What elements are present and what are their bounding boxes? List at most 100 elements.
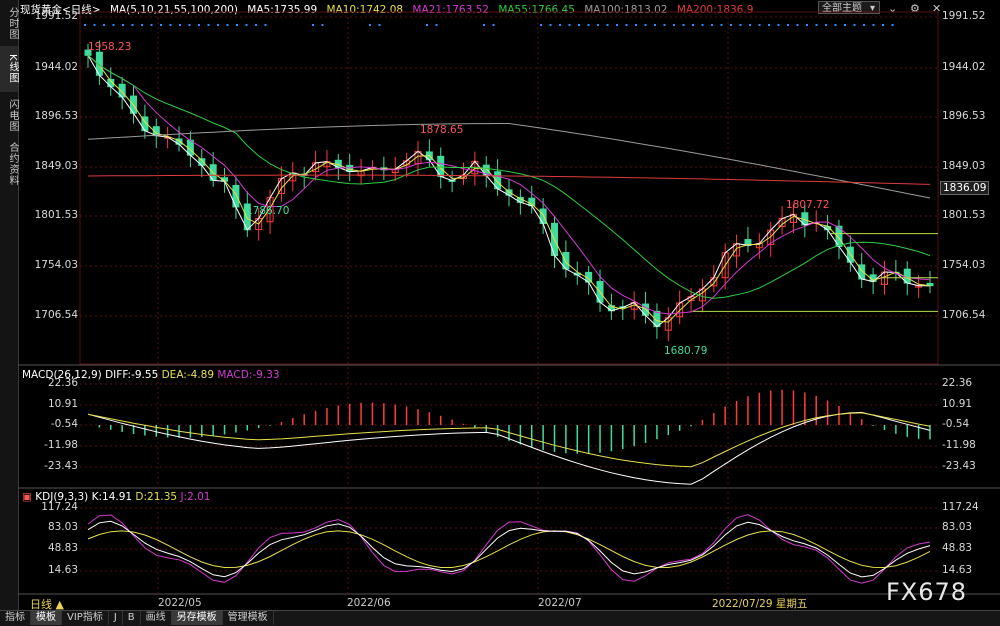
kdj-marker-icon: ▣ bbox=[22, 491, 32, 503]
kdj-axis-label-left: 83.03 bbox=[47, 521, 78, 533]
annotation-mid-high: 1878.65 bbox=[420, 124, 464, 136]
price-axis-label-left: 1706.54 bbox=[34, 309, 78, 321]
event-marker-dot bbox=[730, 24, 732, 26]
event-marker-dot bbox=[853, 24, 856, 26]
tab-save-template[interactable]: 另存模板 bbox=[171, 611, 223, 625]
event-marker-dot bbox=[312, 24, 314, 26]
macd-axis-label-left: -23.43 bbox=[44, 460, 78, 472]
event-marker-dot bbox=[787, 24, 789, 26]
event-marker-dot bbox=[644, 24, 647, 26]
event-markers bbox=[84, 24, 894, 26]
event-marker-dot bbox=[112, 24, 115, 26]
event-marker-dot bbox=[825, 24, 827, 26]
current-price-tag: 1836.09 bbox=[940, 181, 990, 195]
tab-b[interactable]: B bbox=[123, 611, 141, 625]
event-marker-dot bbox=[426, 24, 428, 26]
event-marker-dot bbox=[321, 24, 324, 26]
x-label-jul: 2022/07 bbox=[538, 597, 582, 609]
kdj-axis-label-right: 14.63 bbox=[942, 564, 973, 576]
event-marker-dot bbox=[720, 24, 723, 26]
event-marker-dot bbox=[834, 24, 837, 26]
price-axis-label-right: 1896.53 bbox=[942, 110, 986, 122]
tab-templates[interactable]: 模板 bbox=[31, 611, 62, 625]
tab-timeshare[interactable]: 分时图 bbox=[0, 0, 18, 46]
price-axis-label-right: 1849.03 bbox=[942, 160, 986, 172]
kdj-axis-label-left: 48.83 bbox=[47, 542, 78, 554]
tab-lightning[interactable]: 闪电图 bbox=[0, 92, 18, 138]
kdj-header: ▣ KDJ(9,3,3) K:14.91 D:21.35 J:2.01 bbox=[22, 491, 210, 503]
support-lines bbox=[693, 233, 938, 312]
event-marker-dot bbox=[217, 24, 219, 26]
candle-body bbox=[539, 208, 547, 225]
price-axis-label-left: 1801.53 bbox=[34, 209, 78, 221]
event-marker-dot bbox=[435, 24, 438, 26]
tab-vip-indicators[interactable]: VIP指标 bbox=[62, 611, 109, 625]
event-marker-dot bbox=[122, 24, 124, 26]
event-marker-dot bbox=[264, 24, 267, 26]
tab-j[interactable]: J bbox=[109, 611, 123, 625]
kdj-j: J:2.01 bbox=[180, 491, 211, 503]
kdj-axis-label-right: 117.24 bbox=[942, 501, 979, 513]
event-marker-dot bbox=[483, 24, 485, 26]
tab-contract-info[interactable]: 合约资料 bbox=[0, 138, 18, 190]
kdj-axis-label-right: 48.83 bbox=[942, 542, 973, 554]
event-marker-dot bbox=[739, 24, 742, 26]
event-marker-dot bbox=[378, 24, 381, 26]
event-marker-dot bbox=[236, 24, 238, 26]
kdj-j-line bbox=[87, 514, 931, 584]
event-marker-dot bbox=[663, 24, 666, 26]
event-marker-dot bbox=[559, 24, 561, 26]
event-marker-dot bbox=[198, 24, 200, 26]
event-marker-dot bbox=[169, 24, 172, 26]
price-axis-label-left: 1896.53 bbox=[34, 110, 78, 122]
event-marker-dot bbox=[758, 24, 761, 26]
price-axis-label-right: 1754.03 bbox=[942, 259, 986, 271]
price-axis-label-right: 1801.53 bbox=[942, 209, 986, 221]
event-marker-dot bbox=[568, 24, 571, 26]
kdj-title: KDJ(9,3,3) bbox=[35, 491, 89, 503]
event-marker-dot bbox=[540, 24, 542, 26]
event-marker-dot bbox=[863, 24, 865, 26]
macd-axis-label-right: -23.43 bbox=[942, 460, 976, 472]
event-marker-dot bbox=[768, 24, 770, 26]
tab-manage-templates[interactable]: 管理模板 bbox=[223, 611, 274, 625]
macd-diff: DIFF:-9.55 bbox=[105, 369, 159, 381]
macd-title: MACD(26,12,9) bbox=[22, 369, 102, 381]
macd-diff-line bbox=[87, 411, 931, 485]
event-marker-dot bbox=[255, 24, 257, 26]
price-axis-label-right: 1706.54 bbox=[942, 309, 986, 321]
left-navigation: 分时图 K线图 闪电图 合约资料 bbox=[0, 0, 19, 625]
candle-body bbox=[232, 184, 240, 208]
tab-drawing[interactable]: 画线 bbox=[141, 611, 172, 625]
event-marker-dot bbox=[226, 24, 229, 26]
candles bbox=[84, 40, 934, 342]
event-marker-dot bbox=[587, 24, 590, 26]
annotation-late-high: 1807.72 bbox=[786, 199, 830, 211]
kdj-d: D:21.35 bbox=[135, 491, 178, 503]
price-axis-label-left: 1944.02 bbox=[34, 61, 78, 73]
annotation-mid-low: 1786.70 bbox=[246, 205, 290, 217]
event-marker-dot bbox=[844, 24, 846, 26]
event-marker-dot bbox=[692, 24, 694, 26]
tab-indicators[interactable]: 指标 bbox=[0, 611, 31, 625]
event-marker-dot bbox=[625, 24, 628, 26]
x-label-jun: 2022/06 bbox=[347, 597, 391, 609]
event-marker-dot bbox=[796, 24, 799, 26]
event-marker-dot bbox=[806, 24, 808, 26]
macd-axis-label-right: 22.36 bbox=[942, 377, 973, 389]
event-marker-dot bbox=[245, 24, 248, 26]
chart-canvas[interactable] bbox=[18, 0, 1000, 610]
macd-value: MACD:-9.33 bbox=[217, 369, 280, 381]
macd-header: MACD(26,12,9) DIFF:-9.55 DEA:-4.89 MACD:… bbox=[22, 369, 280, 381]
kdj-axis-label-left: 14.63 bbox=[47, 564, 78, 576]
price-axis-label-right: 1944.02 bbox=[942, 61, 986, 73]
event-marker-dot bbox=[578, 24, 580, 26]
event-marker-dot bbox=[673, 24, 675, 26]
price-axis-label-left: 1991.52 bbox=[34, 10, 78, 22]
event-marker-dot bbox=[84, 24, 86, 26]
event-marker-dot bbox=[150, 24, 153, 26]
event-marker-dot bbox=[160, 24, 162, 26]
kdj-k-line bbox=[87, 520, 931, 578]
tab-kline[interactable]: K线图 bbox=[0, 46, 18, 92]
x-label-may: 2022/05 bbox=[158, 597, 202, 609]
